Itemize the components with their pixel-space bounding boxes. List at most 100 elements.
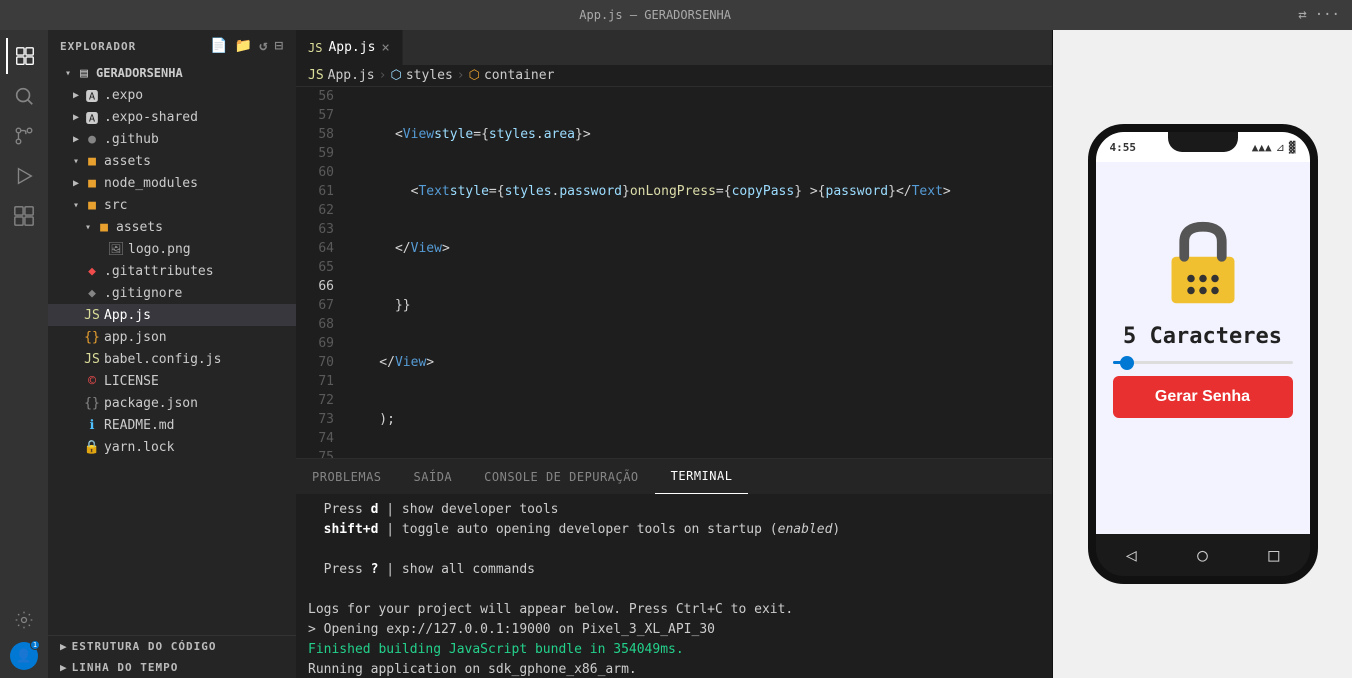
run-activity-icon[interactable] bbox=[6, 158, 42, 194]
tab-appjs[interactable]: JS App.js × bbox=[296, 30, 403, 65]
output-label: SAÍDA bbox=[414, 470, 453, 484]
breadcrumb-appjs[interactable]: App.js bbox=[328, 68, 375, 83]
terminal-label: TERMINAL bbox=[671, 469, 733, 483]
tree-item-github[interactable]: ▶ ● .github bbox=[48, 128, 296, 150]
tab-terminal[interactable]: TERMINAL bbox=[655, 459, 749, 494]
extensions-activity-icon[interactable] bbox=[6, 198, 42, 234]
window-title: App.js — GERADORSENHA bbox=[20, 8, 1290, 22]
remote-icon[interactable]: ⇄ bbox=[1298, 7, 1306, 23]
slider-thumb[interactable] bbox=[1120, 356, 1134, 370]
phone-time: 4:55 bbox=[1110, 141, 1137, 154]
code-line-57: <Text style={styles.password} onLongPres… bbox=[348, 182, 1052, 201]
terminal-content[interactable]: Press d | show developer tools shift+d |… bbox=[296, 494, 1052, 678]
phone-back-button[interactable]: ◁ bbox=[1126, 545, 1137, 566]
code-line-60: </View> bbox=[348, 353, 1052, 372]
breadcrumb-js-icon: JS bbox=[308, 68, 324, 83]
explorer-activity-icon[interactable] bbox=[6, 38, 42, 74]
git-activity-icon[interactable] bbox=[6, 118, 42, 154]
code-area[interactable]: <View style={styles.area}> <Text style={… bbox=[344, 87, 1052, 458]
terminal-line-6: Finished building JavaScript bundle in 3… bbox=[308, 640, 1040, 660]
phone-wifi-icon: ⊿ bbox=[1276, 141, 1285, 154]
tab-filename: App.js bbox=[328, 40, 375, 55]
breadcrumb-sep1: › bbox=[379, 68, 387, 83]
sidebar-title: EXPLORADOR bbox=[60, 40, 136, 53]
terminal-line-blank2 bbox=[308, 580, 1040, 600]
breadcrumb-icon-container: ⬡ bbox=[469, 68, 480, 83]
terminal-line-blank1 bbox=[308, 540, 1040, 560]
terminal-line-2: shift+d | toggle auto opening developer … bbox=[308, 520, 1040, 540]
phone-container: 4:55 ▲▲▲ ⊿ ▓ bbox=[1052, 30, 1352, 678]
terminal-line-3: Press ? | show all commands bbox=[308, 560, 1040, 580]
timeline-section[interactable]: ▶ LINHA DO TEMPO bbox=[48, 657, 296, 678]
code-line-58: </View> bbox=[348, 239, 1052, 258]
tree-item-node-modules[interactable]: ▶ ■ node_modules bbox=[48, 172, 296, 194]
settings-activity-icon[interactable] bbox=[6, 602, 42, 638]
code-line-61: ); bbox=[348, 410, 1052, 429]
code-line-56: <View style={styles.area}> bbox=[348, 125, 1052, 144]
collapse-icon[interactable]: ⊟ bbox=[275, 38, 284, 54]
code-line-59: }} bbox=[348, 296, 1052, 315]
file-tree: ▾ ▤ GERADORSENHA ▶ 🅰 .expo ▶ 🅰 .expo-sha… bbox=[48, 62, 296, 635]
breadcrumb-icon-styles: ⬡ bbox=[390, 68, 401, 83]
terminal-line-4: Logs for your project will appear below.… bbox=[308, 600, 1040, 620]
debug-console-label: CONSOLE DE DEPURAÇÃO bbox=[484, 470, 639, 484]
search-activity-icon[interactable] bbox=[6, 78, 42, 114]
lock-icon-container bbox=[1158, 212, 1248, 312]
generate-password-button[interactable]: Gerar Senha bbox=[1113, 376, 1293, 418]
line-numbers: 56 57 58 59 60 61 62 63 64 65 66 67 bbox=[296, 87, 344, 458]
phone-notch bbox=[1168, 132, 1238, 152]
tree-item-gitattributes[interactable]: ◆ .gitattributes bbox=[48, 260, 296, 282]
new-file-icon[interactable]: 📄 bbox=[210, 38, 228, 54]
phone-bottom-bar: ◁ ○ □ bbox=[1096, 534, 1310, 576]
code-content[interactable]: 56 57 58 59 60 61 62 63 64 65 66 67 bbox=[296, 87, 1052, 458]
password-characters-label: 5 Caracteres bbox=[1123, 324, 1282, 349]
problems-label: PROBLEMAS bbox=[312, 470, 382, 484]
timeline-label: LINHA DO TEMPO bbox=[72, 661, 179, 674]
lock-svg-icon bbox=[1158, 212, 1248, 312]
phone-status-right: ▲▲▲ ⊿ ▓ bbox=[1252, 141, 1296, 154]
new-folder-icon[interactable]: 📁 bbox=[235, 38, 253, 54]
tree-item-license[interactable]: © LICENSE bbox=[48, 370, 296, 392]
tree-item-expo[interactable]: ▶ 🅰 .expo bbox=[48, 84, 296, 106]
breadcrumb-container[interactable]: container bbox=[484, 68, 554, 83]
tab-close-button[interactable]: × bbox=[381, 40, 389, 56]
tab-debug-console[interactable]: CONSOLE DE DEPURAÇÃO bbox=[468, 459, 655, 494]
phone-recents-button[interactable]: □ bbox=[1268, 545, 1279, 566]
tree-item-readme[interactable]: ℹ README.md bbox=[48, 414, 296, 436]
phone-frame: 4:55 ▲▲▲ ⊿ ▓ bbox=[1088, 124, 1318, 584]
tab-js-icon: JS bbox=[308, 41, 322, 55]
tree-item-assets[interactable]: ▾ ■ assets bbox=[48, 150, 296, 172]
tree-item-appjs[interactable]: JS App.js bbox=[48, 304, 296, 326]
window-controls[interactable]: ⇄ ··· bbox=[1298, 7, 1340, 23]
tree-item-logo[interactable]: 🖼 logo.png bbox=[48, 238, 296, 260]
tree-item-expo-shared[interactable]: ▶ 🅰 .expo-shared bbox=[48, 106, 296, 128]
slider-track bbox=[1113, 361, 1293, 364]
code-structure-section[interactable]: ▶ ESTRUTURA DO CÓDIGO bbox=[48, 636, 296, 657]
breadcrumb-styles[interactable]: styles bbox=[406, 68, 453, 83]
editor-area: JS App.js × JS App.js › ⬡ styles › ⬡ con… bbox=[296, 30, 1052, 678]
tree-item-src-assets[interactable]: ▾ ■ assets bbox=[48, 216, 296, 238]
tree-item-babel[interactable]: JS babel.config.js bbox=[48, 348, 296, 370]
tree-item-src[interactable]: ▾ ■ src bbox=[48, 194, 296, 216]
terminal-line-5: > Opening exp://127.0.0.1:19000 on Pixel… bbox=[308, 620, 1040, 640]
tree-item-yarnlock[interactable]: 🔒 yarn.lock bbox=[48, 436, 296, 458]
tab-output[interactable]: SAÍDA bbox=[398, 459, 469, 494]
code-editor[interactable]: 56 57 58 59 60 61 62 63 64 65 66 67 bbox=[296, 87, 1052, 458]
tree-item-packagejson[interactable]: {} package.json bbox=[48, 392, 296, 414]
sidebar-header-icons[interactable]: 📄 📁 ↺ ⊟ bbox=[210, 38, 284, 54]
tree-item-gitignore[interactable]: ◆ .gitignore bbox=[48, 282, 296, 304]
user-avatar[interactable]: 👤 1 bbox=[10, 642, 38, 670]
phone-battery-icon: ▓ bbox=[1289, 141, 1296, 154]
tree-root-folder[interactable]: ▾ ▤ GERADORSENHA bbox=[48, 62, 296, 84]
code-structure-arrow: ▶ bbox=[60, 640, 68, 653]
terminal-panel: PROBLEMAS SAÍDA CONSOLE DE DEPURAÇÃO TER… bbox=[296, 458, 1052, 678]
root-folder-label: GERADORSENHA bbox=[96, 66, 183, 80]
phone-home-button[interactable]: ○ bbox=[1197, 545, 1208, 566]
tree-item-appjson[interactable]: {} app.json bbox=[48, 326, 296, 348]
tab-problems[interactable]: PROBLEMAS bbox=[296, 459, 398, 494]
code-structure-label: ESTRUTURA DO CÓDIGO bbox=[72, 640, 217, 653]
slider-container[interactable] bbox=[1113, 361, 1293, 364]
more-icon[interactable]: ··· bbox=[1315, 7, 1340, 23]
refresh-icon[interactable]: ↺ bbox=[259, 38, 268, 54]
timeline-arrow: ▶ bbox=[60, 661, 68, 674]
